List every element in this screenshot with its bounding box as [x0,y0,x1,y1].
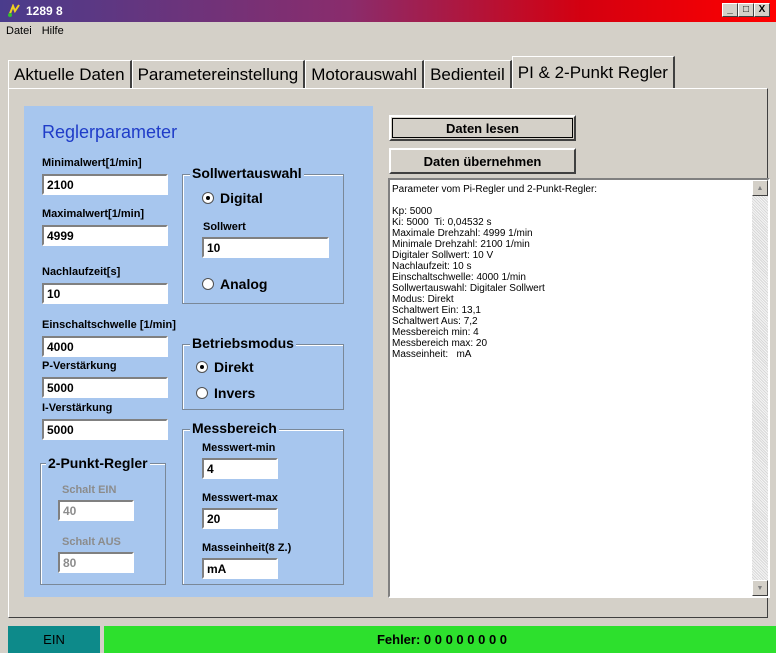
radio-digital[interactable]: Digital [202,190,263,206]
tab-bedienteil[interactable]: Bedienteil [424,60,512,88]
minimalwert-input[interactable] [42,174,168,195]
menu-hilfe[interactable]: Hilfe [37,25,69,37]
messwert-max-input[interactable] [202,508,278,529]
radio-invers-label: Invers [214,385,256,401]
menu-datei[interactable]: Datei [0,25,37,37]
tab-motorauswahl[interactable]: Motorauswahl [305,60,425,88]
schalt-ein-input [58,500,134,521]
tab-strip: Aktuelle Daten Parametereinstellung Moto… [8,56,675,88]
title-bar: 1289 8 _ □ X [0,0,776,22]
maximalwert-label: Maximalwert[1/min] [42,208,145,220]
schalt-aus-label: Schalt AUS [62,536,121,548]
window-controls: _ □ X [722,3,770,17]
daten-uebernehmen-button[interactable]: Daten übernehmen [389,148,576,174]
tab-aktuelle-daten[interactable]: Aktuelle Daten [8,60,132,88]
einschaltschwelle-input[interactable] [42,336,168,357]
app-icon [6,3,22,19]
schalt-aus-input [58,552,134,573]
masseinheit-input[interactable] [202,558,278,579]
radio-analog-label: Analog [220,276,268,292]
radio-digital-indicator [202,192,214,204]
menu-bar: Datei Hilfe [0,22,776,40]
zweipunkt-regler-title: 2-Punkt-Regler [46,455,150,471]
tab-pi-2-punkt-regler[interactable]: PI & 2-Punkt Regler [511,56,675,88]
scroll-down-icon[interactable]: ▼ [752,580,768,596]
masseinheit-label: Masseinheit(8 Z.) [202,542,292,554]
betriebsmodus-title: Betriebsmodus [190,335,296,351]
radio-direkt-indicator [196,361,208,373]
nachlaufzeit-input[interactable] [42,283,168,304]
schalt-ein-label: Schalt EIN [62,484,117,496]
minimalwert-label: Minimalwert[1/min] [42,157,142,169]
radio-invers-indicator [196,387,208,399]
radio-analog[interactable]: Analog [202,276,267,292]
radio-direkt-label: Direkt [214,359,254,375]
p-verstaerkung-label: P-Verstärkung [42,360,117,372]
p-verstaerkung-input[interactable] [42,377,168,398]
minimize-button[interactable]: _ [722,3,738,17]
window-title: 1289 8 [26,4,63,18]
radio-direkt[interactable]: Direkt [196,359,254,375]
sollwert-input[interactable] [202,237,329,258]
einschaltschwelle-label: Einschaltschwelle [1/min] [42,319,176,331]
status-bar: EIN Fehler: 0 0 0 0 0 0 0 0 [8,626,776,653]
status-fehler: Fehler: 0 0 0 0 0 0 0 0 [104,626,776,653]
close-button[interactable]: X [754,3,770,17]
radio-invers[interactable]: Invers [196,385,255,401]
tab-parametereinstellung[interactable]: Parametereinstellung [131,60,306,88]
messwert-max-label: Messwert-max [202,492,278,504]
radio-digital-label: Digital [220,190,263,206]
status-ein: EIN [8,626,100,653]
scroll-up-icon[interactable]: ▲ [752,180,768,196]
sollwert-label: Sollwert [203,221,246,233]
i-verstaerkung-label: I-Verstärkung [42,402,113,414]
vertical-scrollbar[interactable]: ▲ ▼ [752,180,768,596]
radio-analog-indicator [202,278,214,290]
parameter-output-textarea[interactable]: Parameter vom Pi-Regler und 2-Punkt-Regl… [388,178,770,598]
reglerparameter-title: Reglerparameter [42,122,178,142]
i-verstaerkung-input[interactable] [42,419,168,440]
maximalwert-input[interactable] [42,225,168,246]
messwert-min-label: Messwert-min [202,442,276,454]
messbereich-title: Messbereich [190,420,279,436]
nachlaufzeit-label: Nachlaufzeit[s] [42,266,121,278]
sollwertauswahl-title: Sollwertauswahl [190,165,304,181]
maximize-button[interactable]: □ [738,3,754,17]
messwert-min-input[interactable] [202,458,278,479]
parameter-output-text: Parameter vom Pi-Regler und 2-Punkt-Regl… [392,184,598,360]
daten-lesen-button[interactable]: Daten lesen [389,115,576,141]
